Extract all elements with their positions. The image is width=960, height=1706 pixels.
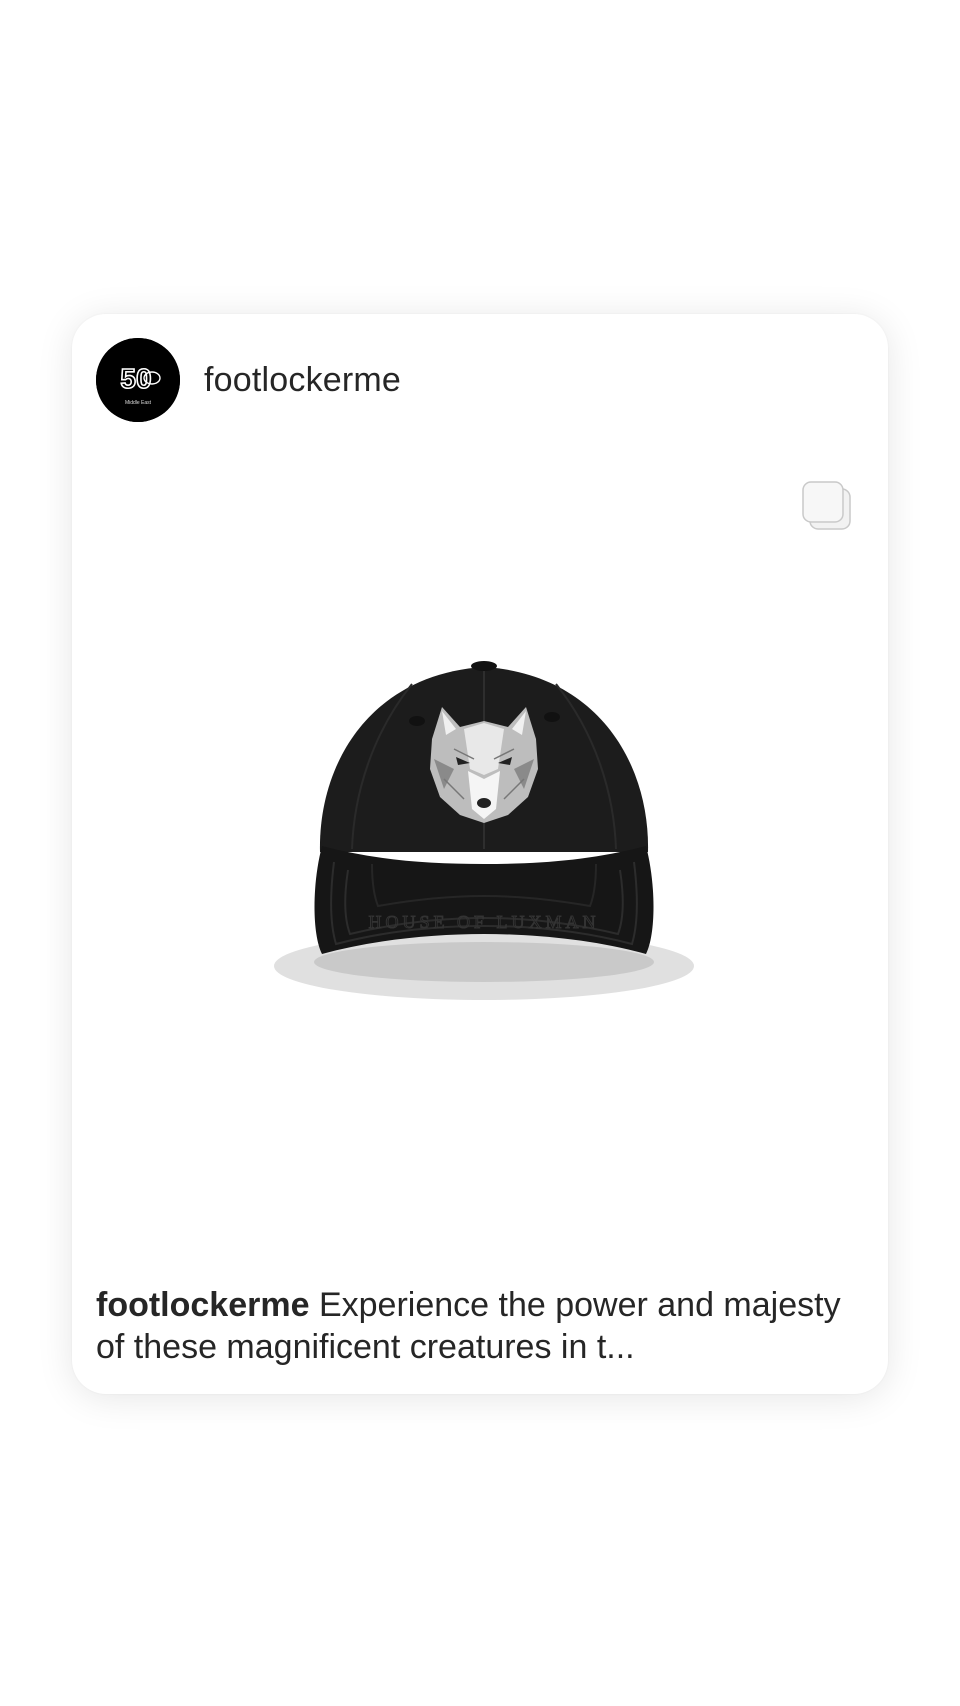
logo-subtext: Middle East (125, 400, 152, 406)
avatar[interactable]: 50 Middle East (96, 338, 180, 422)
post-card: 50 Middle East footlockerme HOUSE OF LUX… (72, 314, 888, 1394)
post-username[interactable]: footlockerme (204, 361, 401, 400)
post-media[interactable]: HOUSE OF LUXMAN (72, 444, 888, 1394)
multiple-photos-icon (802, 481, 851, 530)
post-header: 50 Middle East footlockerme (96, 338, 401, 422)
logo-text: 50 (120, 363, 151, 394)
post-caption: footlockerme Experience the power and ma… (96, 1284, 864, 1368)
brim-text: HOUSE OF LUXMAN (368, 912, 599, 932)
cap-product-image: HOUSE OF LUXMAN (274, 661, 694, 1000)
caption-username[interactable]: footlockerme (96, 1286, 310, 1324)
footlocker-50-logo: 50 Middle East (96, 338, 180, 422)
